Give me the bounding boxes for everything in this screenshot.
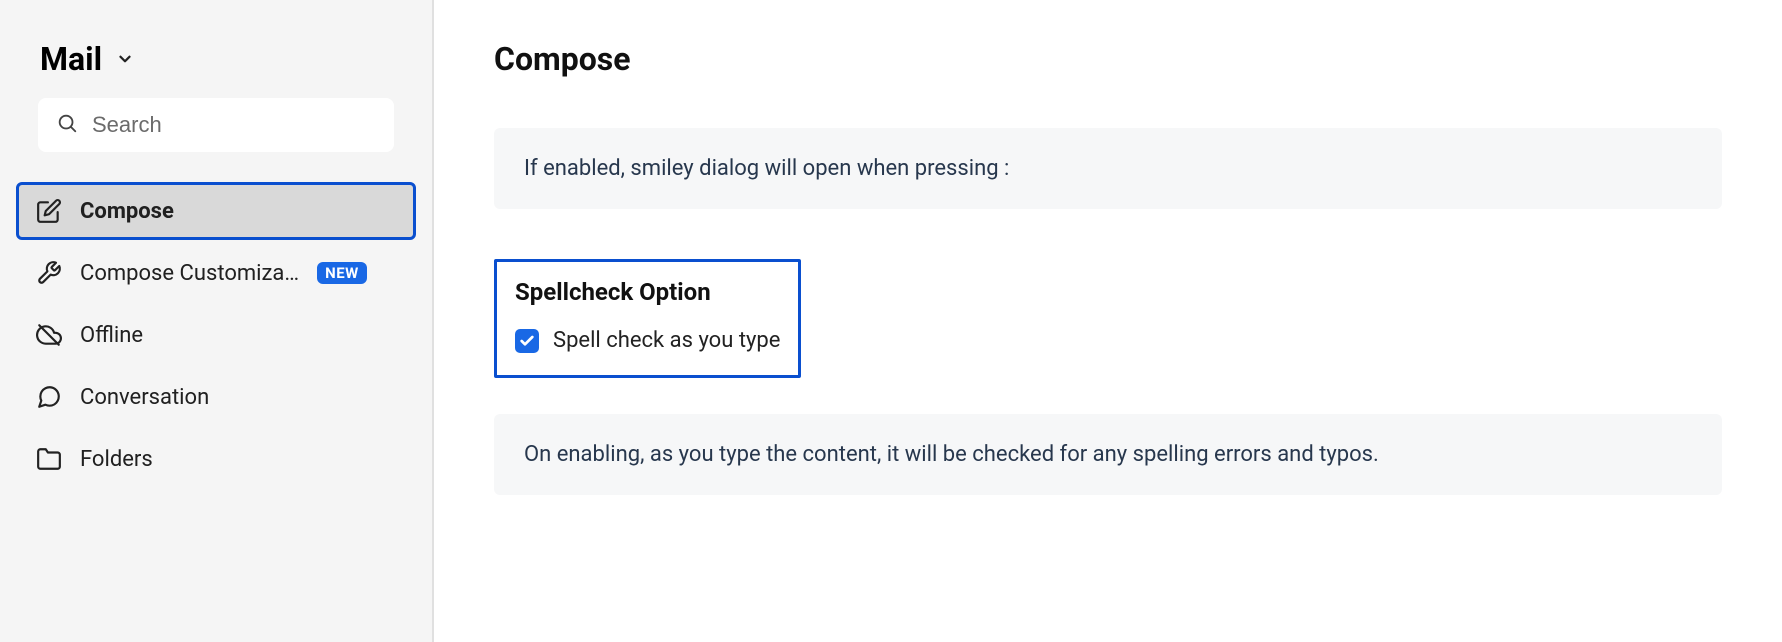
cloud-off-icon — [36, 322, 62, 348]
sidebar-item-compose-customization[interactable]: Compose Customiza… NEW — [16, 244, 416, 302]
chevron-down-icon — [112, 46, 138, 72]
sidebar-item-label: Folders — [80, 447, 153, 472]
sidebar-item-folders[interactable]: Folders — [16, 430, 416, 488]
sidebar-item-label: Conversation — [80, 385, 209, 410]
sidebar-header-dropdown[interactable]: Mail — [0, 30, 432, 98]
sidebar-item-label: Compose Customiza… — [80, 261, 299, 286]
sidebar: Mail Compose Compose Customiza… NEW — [0, 0, 434, 642]
sidebar-nav: Compose Compose Customiza… NEW Offline C… — [0, 182, 432, 488]
new-badge: NEW — [317, 262, 367, 284]
sidebar-title: Mail — [40, 40, 102, 78]
sidebar-item-label: Compose — [80, 199, 174, 224]
page-title: Compose — [494, 40, 1722, 78]
search-container — [0, 98, 432, 182]
spellcheck-checkbox-label: Spell check as you type — [553, 328, 780, 353]
sidebar-item-compose[interactable]: Compose — [16, 182, 416, 240]
main-content: Compose If enabled, smiley dialog will o… — [434, 0, 1782, 642]
spellcheck-info-box: On enabling, as you type the content, it… — [494, 414, 1722, 495]
tools-icon — [36, 260, 62, 286]
spellcheck-checkbox-row[interactable]: Spell check as you type — [515, 328, 780, 353]
spellcheck-heading: Spellcheck Option — [515, 278, 780, 306]
sidebar-item-offline[interactable]: Offline — [16, 306, 416, 364]
conversation-icon — [36, 384, 62, 410]
search-icon — [56, 112, 78, 138]
search-box[interactable] — [38, 98, 394, 152]
compose-icon — [36, 198, 62, 224]
spellcheck-option-block: Spellcheck Option Spell check as you typ… — [494, 259, 801, 378]
folder-icon — [36, 446, 62, 472]
smiley-info-box: If enabled, smiley dialog will open when… — [494, 128, 1722, 209]
search-input[interactable] — [92, 112, 376, 138]
sidebar-item-label: Offline — [80, 323, 143, 348]
sidebar-item-conversation[interactable]: Conversation — [16, 368, 416, 426]
spellcheck-checkbox[interactable] — [515, 329, 539, 353]
